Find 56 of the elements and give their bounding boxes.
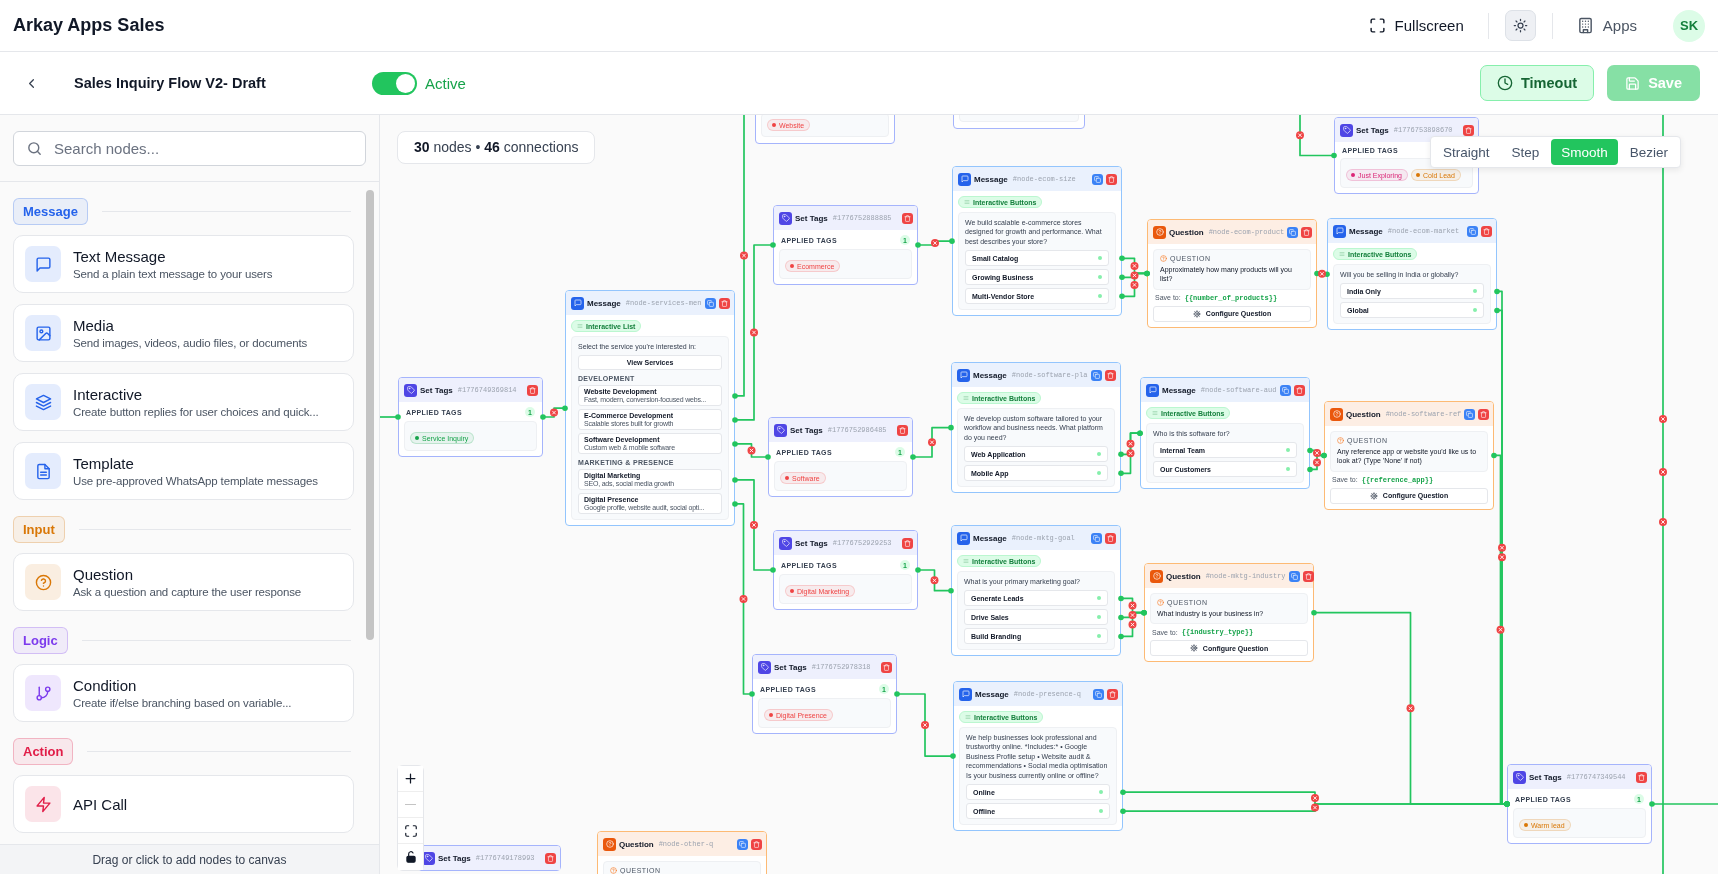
edge-style-option[interactable]: Straight bbox=[1433, 139, 1500, 165]
item-description: Use pre-approved WhatsApp template messages bbox=[73, 475, 318, 487]
apps-button[interactable]: Apps bbox=[1568, 11, 1645, 40]
node-title: Set Tags bbox=[420, 385, 453, 395]
item-title: Question bbox=[73, 566, 135, 583]
timeout-button[interactable]: Timeout bbox=[1480, 65, 1595, 101]
node-type-item[interactable]: Template Use pre-approved WhatsApp template messages bbox=[13, 442, 354, 500]
item-title: Condition bbox=[73, 677, 138, 694]
item-description: Create if/else branching based on variable... bbox=[73, 697, 292, 709]
node-title: Set Tags bbox=[774, 662, 807, 672]
edge-style-option[interactable]: Step bbox=[1501, 139, 1550, 165]
node-title: Question bbox=[1346, 409, 1381, 419]
node-title: Question bbox=[1166, 571, 1201, 581]
node-title: Set Tags bbox=[790, 425, 823, 435]
item-description: Create button replies for user choices and quick... bbox=[73, 406, 319, 418]
node-type-item[interactable]: Interactive Create button replies for user choices and quick... bbox=[13, 373, 354, 431]
node-type-item[interactable]: Question Ask a question and capture the user response bbox=[13, 553, 354, 611]
node-title: Message bbox=[1349, 226, 1383, 236]
flow-title: Sales Inquiry Flow V2- Draft bbox=[74, 75, 267, 91]
item-title: Template bbox=[73, 455, 135, 472]
category-label: Logic bbox=[13, 627, 68, 654]
category-label: Message bbox=[13, 198, 88, 225]
node-title: Message bbox=[587, 298, 621, 308]
item-description: Send a plain text message to your users bbox=[73, 268, 273, 280]
item-title: Interactive bbox=[73, 386, 144, 403]
node-title: Message bbox=[975, 689, 1009, 699]
sidebar-hint: Drag or click to add nodes to canvas bbox=[92, 852, 287, 867]
search-field[interactable]: Search nodes... bbox=[13, 131, 366, 166]
status-label: Active bbox=[425, 74, 467, 92]
edge-style-option[interactable]: Bezier bbox=[1619, 139, 1679, 165]
node-type-item[interactable]: Text Message Send a plain text message to your users bbox=[13, 235, 354, 293]
item-description: Send images, videos, audio files, or documents bbox=[73, 337, 308, 349]
item-description: Ask a question and capture the user response bbox=[73, 586, 302, 598]
node-title: Message bbox=[973, 370, 1007, 380]
canvas-summary: 30 nodes • 46 connections bbox=[397, 131, 596, 164]
node-title: Message bbox=[974, 174, 1008, 184]
node-title: Message bbox=[1162, 385, 1196, 395]
item-title: Media bbox=[73, 317, 115, 334]
node-title: Set Tags bbox=[1529, 772, 1562, 782]
node-title: Question bbox=[619, 839, 654, 849]
category-label: Action bbox=[13, 738, 74, 765]
item-title: Text Message bbox=[73, 248, 167, 265]
app-title: Arkay Apps Sales bbox=[13, 15, 166, 36]
fullscreen-button[interactable]: Fullscreen bbox=[1360, 11, 1472, 40]
node-title: Question bbox=[1169, 227, 1204, 237]
category-label: Input bbox=[13, 516, 65, 543]
node-title: Set Tags bbox=[438, 853, 471, 863]
node-type-item[interactable]: Condition Create if/else branching based on variable... bbox=[13, 664, 354, 722]
node-title: Set Tags bbox=[1356, 125, 1389, 135]
node-title: Message bbox=[973, 533, 1007, 543]
node-type-item[interactable]: Media Send images, videos, audio files, or documents bbox=[13, 304, 354, 362]
node-title: Set Tags bbox=[795, 538, 828, 548]
item-title: API Call bbox=[73, 795, 128, 813]
user-avatar[interactable]: SK bbox=[1673, 9, 1705, 42]
node-type-item[interactable]: API Call bbox=[13, 775, 354, 833]
node-title: Set Tags bbox=[795, 213, 828, 223]
